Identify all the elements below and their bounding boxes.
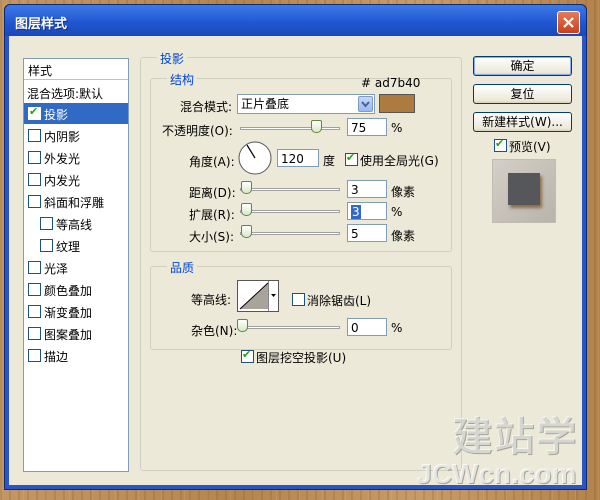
size-slider-thumb[interactable] — [241, 225, 252, 238]
global-light-checkbox[interactable] — [345, 151, 358, 166]
distance-slider-track[interactable] — [240, 188, 340, 191]
blend-mode-label: 混合模式: — [180, 100, 233, 114]
new-style-button[interactable]: 新建样式(W)... — [473, 112, 572, 132]
reset-button[interactable]: 复位 — [473, 84, 572, 104]
opacity-label: 不透明度(O): — [162, 124, 233, 138]
texture-checkbox[interactable] — [40, 239, 53, 252]
style-item-stroke[interactable]: 描边 — [24, 345, 128, 366]
gradient-overlay-checkbox[interactable] — [28, 305, 41, 318]
inner-shadow-checkbox[interactable] — [28, 129, 41, 142]
style-item-color-overlay[interactable]: 颜色叠加 — [24, 279, 128, 300]
chevron-down-icon — [271, 294, 276, 297]
noise-input[interactable]: 0 — [347, 318, 387, 336]
blend-options-item[interactable]: 混合选项:默认 — [24, 82, 128, 103]
angle-label: 角度(A): — [189, 155, 235, 169]
quality-title: 品质 — [167, 259, 198, 276]
drop-shadow-checkbox[interactable] — [28, 105, 41, 120]
inner-glow-checkbox[interactable] — [28, 173, 41, 186]
satin-checkbox[interactable] — [28, 261, 41, 274]
title-bar[interactable]: 图层样式 — [5, 5, 586, 36]
contour-label: 等高线: — [191, 293, 232, 307]
global-light-label: 使用全局光(G) — [360, 154, 439, 168]
ok-button[interactable]: 确定 — [473, 56, 572, 76]
outer-glow-checkbox[interactable] — [28, 151, 41, 164]
contour-preview-icon — [239, 282, 269, 310]
contour-dropdown-button[interactable] — [268, 281, 278, 311]
opacity-slider-track[interactable] — [240, 127, 340, 130]
style-item-outer-glow[interactable]: 外发光 — [24, 147, 128, 168]
knockout-label: 图层挖空投影(U) — [256, 351, 347, 365]
style-item-texture[interactable]: 纹理 — [24, 235, 128, 256]
opacity-slider-thumb[interactable] — [311, 120, 322, 133]
angle-dial[interactable] — [237, 140, 273, 176]
style-item-gradient-overlay[interactable]: 渐变叠加 — [24, 301, 128, 322]
distance-label: 距离(D): — [189, 186, 236, 200]
distance-input[interactable]: 3 — [347, 180, 387, 198]
watermark-logo: 建站学 — [452, 414, 578, 460]
chevron-down-icon — [361, 101, 370, 108]
close-icon — [563, 17, 574, 28]
opacity-input[interactable]: 75 — [347, 118, 387, 136]
style-item-inner-glow[interactable]: 内发光 — [24, 169, 128, 190]
noise-label: 杂色(N): — [191, 324, 238, 338]
anti-alias-checkbox[interactable] — [292, 293, 305, 306]
size-label: 大小(S): — [189, 230, 235, 244]
noise-slider-thumb[interactable] — [237, 319, 248, 332]
style-item-inner-shadow[interactable]: 内阴影 — [24, 125, 128, 146]
size-input[interactable]: 5 — [347, 224, 387, 242]
style-list: 样式 混合选项:默认 投影 内阴影 外发光 内发光 — [23, 58, 129, 472]
stroke-checkbox[interactable] — [28, 349, 41, 362]
contour-picker[interactable] — [237, 280, 279, 312]
color-overlay-checkbox[interactable] — [28, 283, 41, 296]
style-item-pattern-overlay[interactable]: 图案叠加 — [24, 323, 128, 344]
angle-input[interactable]: 120 — [277, 149, 319, 167]
watermark-site: JCWcn.com — [416, 458, 577, 489]
blend-mode-dropdown-button[interactable] — [358, 96, 373, 112]
spread-input[interactable]: 3 — [347, 202, 387, 220]
knockout-checkbox[interactable] — [241, 348, 254, 363]
noise-slider-track[interactable] — [240, 326, 340, 329]
pattern-overlay-checkbox[interactable] — [28, 327, 41, 340]
structure-title: 结构 — [167, 71, 198, 88]
style-item-contour[interactable]: 等高线 — [24, 213, 128, 234]
style-item-satin[interactable]: 光泽 — [24, 257, 128, 278]
dialog-title: 图层样式 — [15, 17, 68, 32]
style-list-header[interactable]: 样式 — [24, 59, 128, 80]
distance-slider-thumb[interactable] — [241, 181, 252, 194]
style-preview — [492, 159, 556, 223]
anti-alias-label: 消除锯齿(L) — [307, 294, 372, 308]
blend-mode-select[interactable]: 正片叠底 — [237, 94, 375, 114]
bevel-emboss-checkbox[interactable] — [28, 195, 41, 208]
preview-label: 预览(V) — [509, 140, 551, 154]
size-slider-track[interactable] — [240, 232, 340, 235]
contour-checkbox[interactable] — [40, 217, 53, 230]
close-button[interactable] — [557, 11, 580, 34]
spread-slider-track[interactable] — [240, 210, 340, 213]
shadow-color-swatch[interactable] — [379, 94, 415, 113]
preview-sample — [508, 173, 540, 205]
style-item-drop-shadow[interactable]: 投影 — [24, 103, 128, 124]
drop-shadow-title: 投影 — [157, 50, 188, 67]
spread-label: 扩展(R): — [189, 208, 235, 222]
style-item-bevel-emboss[interactable]: 斜面和浮雕 — [24, 191, 128, 212]
spread-slider-thumb[interactable] — [241, 203, 252, 216]
shadow-color-hex: # ad7b40 — [361, 76, 421, 90]
preview-checkbox[interactable] — [494, 137, 507, 152]
